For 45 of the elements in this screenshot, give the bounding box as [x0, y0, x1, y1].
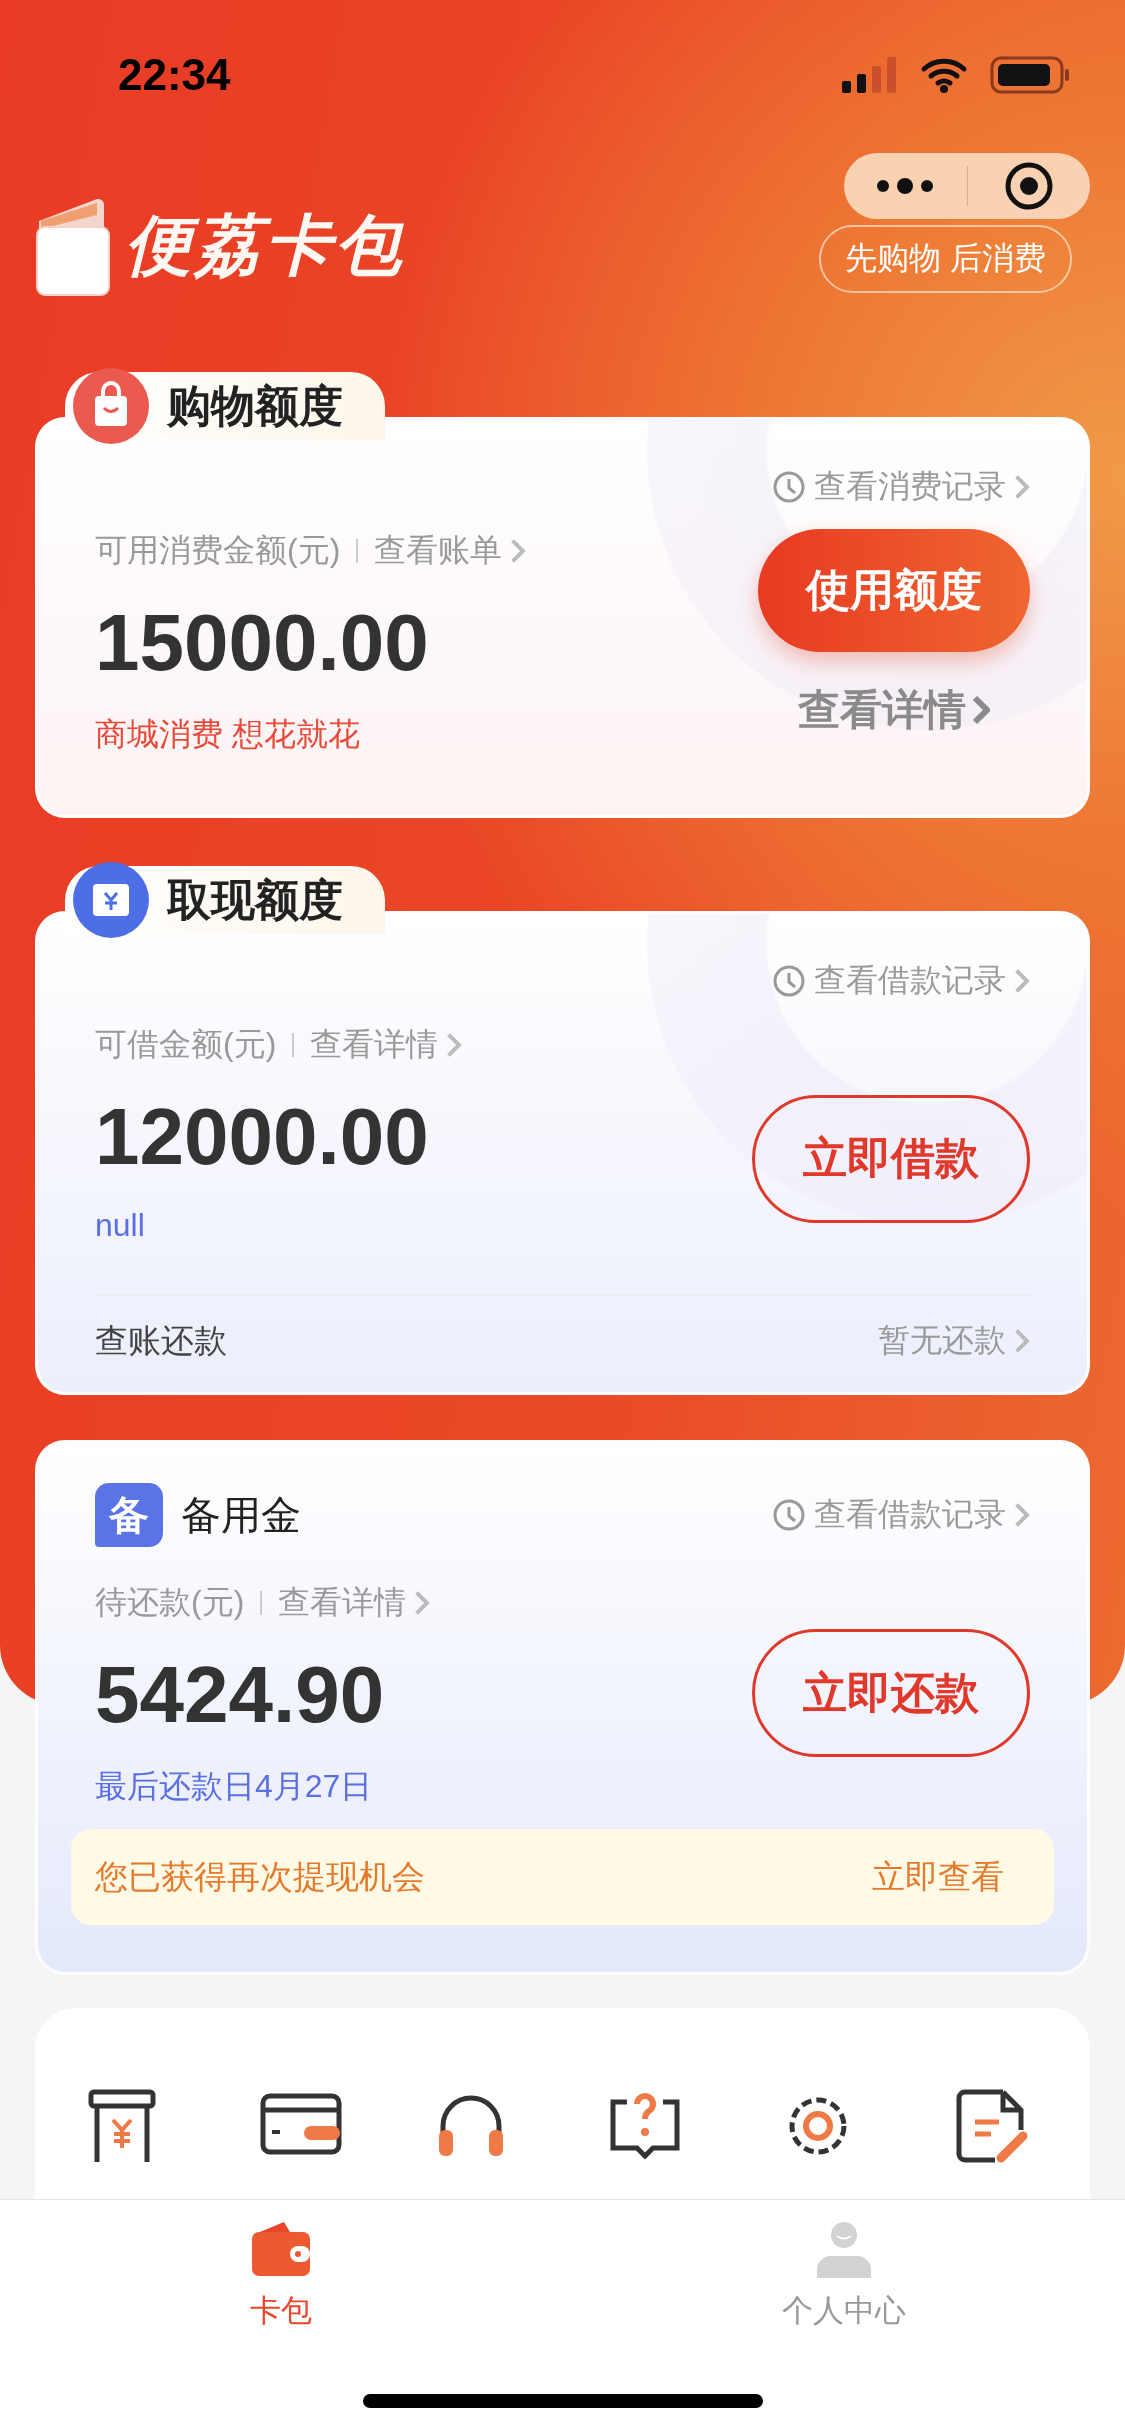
amount-label: 待还款(元) — [95, 1583, 245, 1622]
history-link[interactable]: 查看借款记录 — [772, 1493, 1030, 1537]
tab-bar-item[interactable]: 个人中心 — [562, 2200, 1125, 2350]
chevron-icon — [1014, 1502, 1030, 1528]
app-title: 便荔卡包 — [125, 207, 405, 284]
chevron-icon — [446, 1032, 462, 1058]
signal-icon — [842, 57, 898, 93]
due-date-text: 最后还款日4月27日 — [95, 1767, 374, 1806]
slogan-tag: 先购物 后消费 — [819, 225, 1072, 293]
tab-bar-item[interactable]: 卡包 — [0, 2200, 563, 2350]
amount-label: 可借金额(元) — [95, 1025, 277, 1064]
details-link[interactable]: 查看详情 — [798, 681, 990, 738]
details-link[interactable]: 查看详情 — [278, 1581, 430, 1625]
battery-icon — [990, 56, 1070, 94]
borrow-button[interactable]: 立即借款 — [752, 1094, 1030, 1223]
reserve-badge: 备 — [95, 1483, 163, 1547]
history-link[interactable]: 查看消费记录 — [772, 465, 1030, 509]
use-credit-button[interactable]: 使用额度 — [758, 528, 1030, 652]
repayment-status-link[interactable]: 暂无还款 — [878, 1319, 1030, 1363]
repay-button[interactable]: 立即还款 — [752, 1629, 1030, 1757]
promo-text: 商城消费 想花就花 — [95, 715, 361, 754]
chevron-icon — [414, 1590, 430, 1616]
chevron-icon — [1014, 474, 1030, 500]
notice-action-link[interactable]: 立即查看 — [872, 1854, 1004, 1900]
repayment-label: 查账还款 — [95, 1320, 227, 1361]
status-time: 22:34 — [118, 50, 231, 100]
chevron-icon — [1014, 1328, 1030, 1354]
chevron-icon — [510, 538, 526, 564]
clock-icon — [772, 964, 807, 998]
card-title: 备用金 — [181, 1491, 301, 1539]
details-link[interactable]: 查看详情 — [310, 1023, 462, 1067]
clock-icon — [772, 470, 807, 504]
chevron-icon — [972, 694, 990, 725]
history-link[interactable]: 查看借款记录 — [772, 959, 1030, 1003]
note-text: null — [95, 1207, 146, 1244]
bill-link[interactable]: 查看账单 — [374, 529, 526, 573]
notice-text: 您已获得再次提现机会 — [95, 1856, 425, 1897]
amount-value: 12000.00 — [95, 1091, 430, 1183]
amount-value: 5424.90 — [95, 1649, 386, 1741]
amount-label: 可用消费金额(元) — [95, 531, 341, 570]
wifi-icon — [920, 57, 968, 93]
chevron-icon — [1014, 968, 1030, 994]
close-icon[interactable] — [1003, 161, 1054, 211]
clock-icon — [772, 1498, 807, 1532]
amount-value: 15000.00 — [95, 597, 430, 689]
